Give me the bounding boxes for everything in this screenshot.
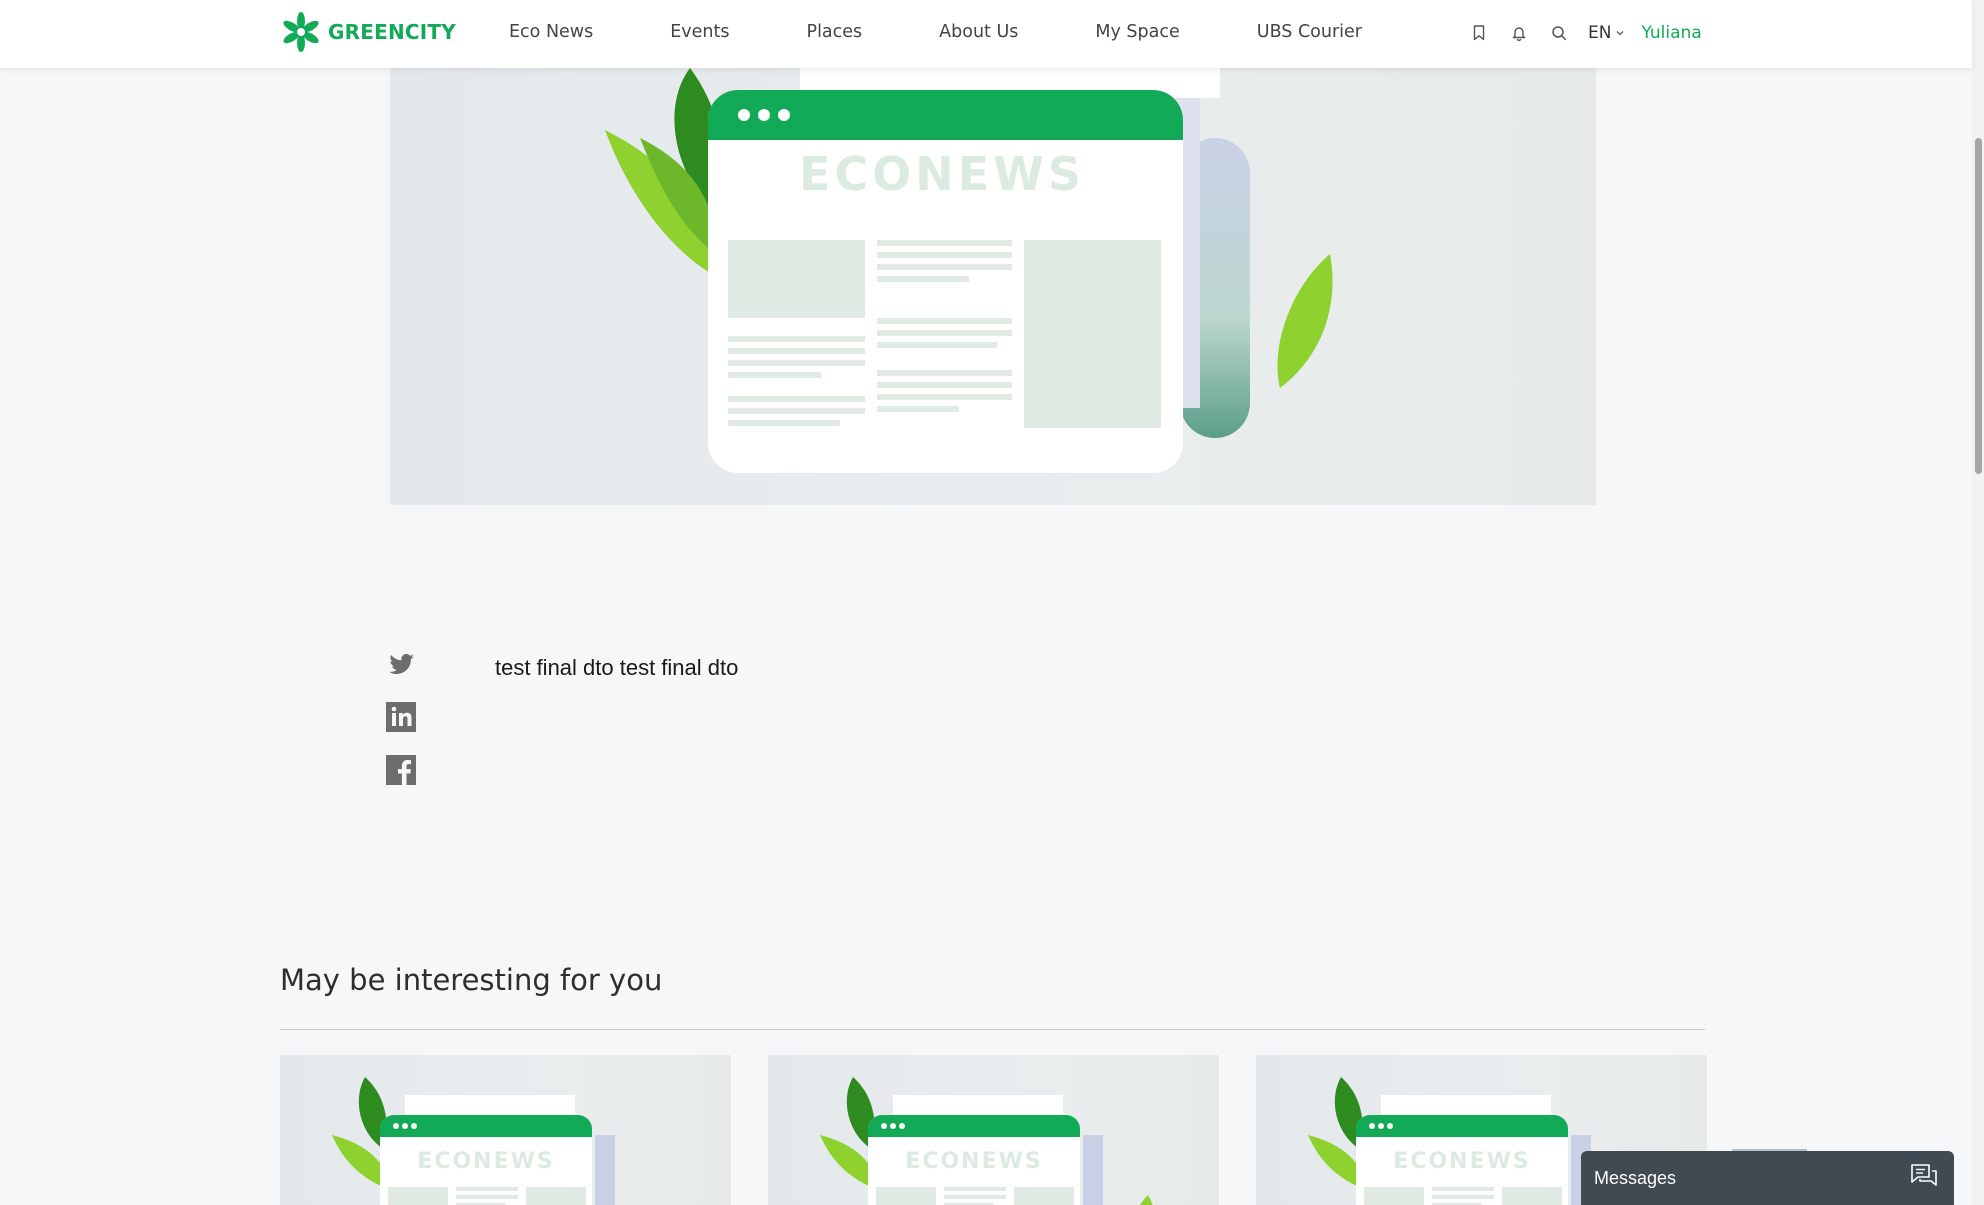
greencity-logo-icon <box>283 12 319 52</box>
chat-icon[interactable] <box>1910 1163 1938 1193</box>
header-actions: EN Yuliana <box>1468 20 1702 46</box>
news-card[interactable]: ECONEWS <box>768 1055 1219 1205</box>
chevron-down-icon <box>1616 28 1624 39</box>
search-icon[interactable] <box>1548 20 1570 46</box>
facebook-icon[interactable] <box>385 754 417 786</box>
interesting-section-title: May be interesting for you <box>280 963 663 997</box>
bookmark-icon[interactable] <box>1468 20 1490 46</box>
site-header: GREENCITY Eco News Events Places About U… <box>0 0 1972 68</box>
article-hero-image: ECONEWS <box>390 68 1596 505</box>
nav-ubs-courier[interactable]: UBS Courier <box>1257 22 1362 42</box>
share-icons <box>385 648 417 807</box>
econews-illustration: ECONEWS <box>605 68 1333 473</box>
nav-places[interactable]: Places <box>807 22 863 42</box>
twitter-icon[interactable] <box>385 648 417 680</box>
hero-econews-text: ECONEWS <box>799 147 1085 201</box>
news-card[interactable]: ECONEWS <box>280 1055 731 1205</box>
messages-label: Messages <box>1594 1167 1677 1188</box>
card-illustration: ECONEWS <box>820 1077 1153 1205</box>
logo-text: GREENCITY <box>328 20 456 44</box>
language-selector[interactable]: EN <box>1588 23 1624 43</box>
scrollbar-thumb[interactable] <box>1975 138 1982 474</box>
article-body-text: test final dto test final dto <box>495 655 739 680</box>
nav-about-us[interactable]: About Us <box>939 22 1018 42</box>
language-label: EN <box>1588 23 1612 43</box>
messages-widget[interactable]: Messages <box>1581 1151 1954 1205</box>
nav-events[interactable]: Events <box>670 22 729 42</box>
card-econews-text: ECONEWS <box>1393 1149 1530 1174</box>
interesting-cards: ECONEWS ECONEWS ECONEWS <box>280 1055 1744 1205</box>
page-scrollbar[interactable] <box>1972 0 1984 1205</box>
card-econews-text: ECONEWS <box>905 1149 1042 1174</box>
main-nav: Eco News Events Places About Us My Space… <box>509 22 1362 42</box>
card-illustration: ECONEWS <box>332 1077 615 1205</box>
greencity-logo[interactable]: GREENCITY <box>279 9 456 55</box>
linkedin-icon[interactable] <box>385 701 417 733</box>
card-econews-text: ECONEWS <box>417 1149 554 1174</box>
section-divider <box>280 1029 1705 1030</box>
nav-eco-news[interactable]: Eco News <box>509 22 593 42</box>
nav-my-space[interactable]: My Space <box>1095 22 1179 42</box>
user-name-link[interactable]: Yuliana <box>1641 23 1701 43</box>
bell-icon[interactable] <box>1508 20 1530 46</box>
